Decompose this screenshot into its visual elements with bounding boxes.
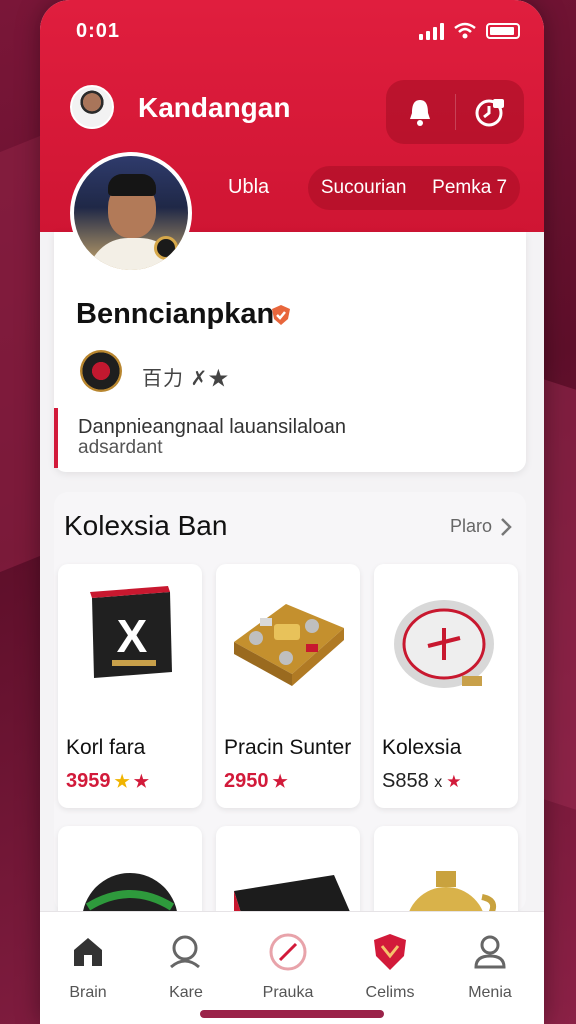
star-icon: ★ [272,772,288,791]
avatar[interactable] [70,85,114,129]
home-indicator[interactable] [200,1010,384,1018]
star-icon: ★ [133,772,149,791]
verified-icon [272,305,290,325]
nav-label: Celims [365,984,415,1001]
nav-item-prauka[interactable]: Prauka [240,930,336,1002]
user-icon [474,935,506,969]
top-bar: Kandangan [70,80,524,144]
collection-item[interactable]: Kolexsia S858 x ★ [374,564,518,808]
collection-section: Kolexsia Ban Plaro X Korl fara 3959★★ [54,492,526,926]
club-badge-icon [80,350,122,392]
nav-label: Prauka [262,984,314,1001]
profile-avatar[interactable] [70,152,192,274]
card-box-image: X [90,586,172,678]
status-bar: 0:01 [76,18,520,46]
chevron-right-icon [501,517,512,536]
item-price-value: S858 [382,770,429,792]
bottom-nav: Brain Kare Prauka Celims Menia [40,911,544,1024]
search-icon [170,935,200,969]
nav-item-search[interactable]: Kare [138,930,234,1002]
svg-text:X: X [117,610,148,662]
nav-label: Menia [468,984,512,1001]
description-line-1: Danpnieangnaal lauansilaloan [78,416,346,438]
treasure-chest-image [234,604,344,686]
description-line-2: adsardant [78,437,163,458]
club-text: 百力 ✗★ [142,368,230,390]
item-name: Pracin Sunter [224,736,352,759]
see-more-link[interactable]: Plaro [450,516,512,537]
notification-button[interactable] [386,80,455,144]
bell-icon [410,100,431,126]
tab-pill-b[interactable]: Pemka 7 [432,177,507,199]
page-title: Kandangan [138,92,291,123]
nav-label: Brain [69,984,107,1001]
collection-item[interactable]: X Korl fara 3959 ★ ★ [58,564,202,808]
status-time: 0:01 [76,20,121,42]
coin-plate-image [394,600,494,688]
profile-description: Danpnieangnaal lauansilaloan adsardant [54,408,514,468]
tab-pill: Sucourian Pemka 7 [308,166,520,210]
status-icons [419,22,520,40]
slash-circle-icon [269,933,307,971]
clock-icon [475,99,504,127]
history-button[interactable] [456,80,525,144]
star-icon: ★ [114,772,130,791]
item-price: 3959 ★ ★ [66,770,149,793]
item-price-value: 3959 [66,770,111,792]
nav-item-celims[interactable]: Celims [342,930,438,1002]
collection-item[interactable]: Pracin Sunter 2950 ★ [216,564,360,808]
item-price-value: 2950 [224,770,269,792]
see-more-label: Plaro [449,516,492,536]
nav-item-menia[interactable]: Menia [442,930,538,1002]
item-price-extra: x [434,774,443,791]
header-actions [386,80,524,144]
phone-screen: 0:01 Kandangan Ubla Sucourian Pemka 7 Be… [40,0,544,1024]
item-price: 2950 ★ [224,770,288,793]
wifi-icon [454,22,476,39]
tab-left[interactable]: Ubla [228,176,269,199]
item-price: S858 x ★ [382,770,462,793]
section-title: Kolexsia Ban [64,510,228,541]
battery-icon [486,23,520,39]
item-name: Korl fara [66,736,146,759]
home-icon [74,938,102,966]
nav-label: Kare [169,984,203,1001]
tab-pill-a[interactable]: Sucourian [321,177,407,199]
item-name: Kolexsia [382,736,462,759]
nav-item-home[interactable]: Brain [40,930,136,1002]
shield-icon [374,934,406,970]
profile-name: Benncianpkan [76,298,275,330]
signal-icon [419,22,444,40]
star-icon: ★ [446,772,462,791]
